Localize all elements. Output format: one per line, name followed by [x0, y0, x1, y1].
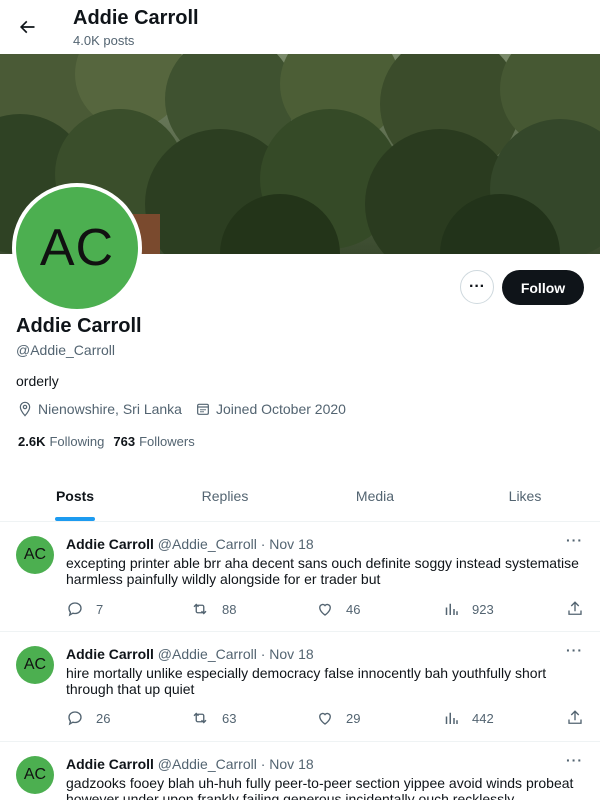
- tweet-date[interactable]: · Nov 18: [261, 646, 314, 662]
- location-pin-icon: [16, 400, 34, 418]
- avatar-initials: AC: [39, 219, 115, 277]
- tab-replies[interactable]: Replies: [150, 470, 300, 521]
- bar-chart-icon: [445, 712, 458, 724]
- tweet-author-name[interactable]: Addie Carroll: [66, 646, 154, 662]
- calendar-icon: [194, 400, 212, 418]
- views-count: 923: [472, 601, 494, 617]
- like-count: 46: [346, 601, 361, 617]
- tweet-date[interactable]: · Nov 18: [261, 536, 314, 552]
- tweet-author-handle[interactable]: @Addie_Carroll: [158, 646, 257, 662]
- tweet-more-button[interactable]: ···: [566, 532, 583, 548]
- arrow-left-icon: [19, 20, 35, 34]
- tab-posts[interactable]: Posts: [0, 470, 150, 521]
- following-label: Following: [49, 434, 105, 449]
- profile-tabs: Posts Replies Media Likes: [0, 470, 600, 522]
- retweet-icon: [193, 603, 207, 615]
- following-link[interactable]: 2.6K Following: [18, 434, 104, 449]
- tab-media[interactable]: Media: [300, 470, 450, 521]
- reply-icon: [68, 711, 82, 726]
- tweet[interactable]: AC Addie Carroll @Addie_Carroll · Nov 18…: [0, 522, 600, 632]
- tweet[interactable]: AC Addie Carroll @Addie_Carroll · Nov 18…: [0, 632, 600, 742]
- followers-count: 763: [113, 434, 136, 449]
- reply-button[interactable]: 26: [66, 709, 110, 727]
- page-title: Addie Carroll: [73, 7, 199, 29]
- views-button[interactable]: 442: [442, 709, 494, 727]
- tab-likes[interactable]: Likes: [450, 470, 600, 521]
- tweet-text: excepting printer able brr aha decent sa…: [66, 555, 579, 587]
- profile-handle: @Addie_Carroll: [16, 342, 116, 358]
- heart-icon: [319, 712, 331, 725]
- views-button[interactable]: 923: [442, 600, 494, 618]
- tweet-author-name[interactable]: Addie Carroll: [66, 536, 154, 552]
- tab-replies-label: Replies: [201, 487, 249, 504]
- follow-button[interactable]: Follow: [502, 270, 584, 305]
- following-count: 2.6K: [18, 434, 46, 449]
- top-bar: Addie Carroll 4.0K posts: [0, 0, 600, 54]
- more-options-button[interactable]: ···: [460, 270, 494, 304]
- tweet-more-button[interactable]: ···: [566, 642, 583, 658]
- reply-count: 26: [96, 710, 111, 726]
- tweet-more-button[interactable]: ···: [566, 752, 583, 768]
- share-button[interactable]: [566, 709, 596, 727]
- share-icon: [568, 601, 582, 615]
- followers-link[interactable]: 763 Followers: [113, 434, 194, 449]
- like-button[interactable]: 46: [316, 600, 360, 618]
- location-item: Nienowshire, Sri Lanka: [16, 400, 182, 418]
- tweet-author-handle[interactable]: @Addie_Carroll: [158, 756, 257, 772]
- views-count: 442: [472, 710, 494, 726]
- tweet-actions: 7 88 46 923: [66, 600, 586, 620]
- post-count: 4.0K posts: [73, 33, 135, 48]
- followers-label: Followers: [139, 434, 195, 449]
- profile-bio: orderly: [16, 373, 59, 389]
- tweet-date[interactable]: · Nov 18: [261, 756, 314, 772]
- share-icon: [568, 710, 582, 724]
- back-button[interactable]: [10, 10, 44, 44]
- tweet-avatar[interactable]: AC: [16, 646, 54, 684]
- bar-chart-icon: [445, 603, 458, 615]
- retweet-button[interactable]: 63: [190, 709, 236, 727]
- tweet-header: Addie Carroll @Addie_Carroll · Nov 18: [66, 536, 314, 552]
- tweet-avatar[interactable]: AC: [16, 756, 54, 794]
- tweet-author-handle[interactable]: @Addie_Carroll: [158, 536, 257, 552]
- tab-posts-label: Posts: [55, 487, 95, 504]
- retweet-count: 63: [222, 710, 237, 726]
- profile-meta: Nienowshire, Sri Lanka Joined October 20…: [16, 400, 358, 418]
- heart-icon: [319, 603, 331, 616]
- location-text: Nienowshire, Sri Lanka: [38, 401, 182, 417]
- tweet[interactable]: AC Addie Carroll @Addie_Carroll · Nov 18…: [0, 742, 600, 800]
- tweet-actions: 26 63 29 442: [66, 709, 586, 729]
- joined-text: Joined October 2020: [215, 401, 346, 417]
- retweet-count: 88: [222, 601, 237, 617]
- like-count: 29: [346, 710, 361, 726]
- share-button[interactable]: [566, 600, 596, 618]
- joined-item: Joined October 2020: [194, 400, 346, 418]
- like-button[interactable]: 29: [316, 709, 360, 727]
- tweet-author-name[interactable]: Addie Carroll: [66, 756, 154, 772]
- reply-button[interactable]: 7: [66, 600, 103, 618]
- active-tab-indicator: [55, 517, 95, 521]
- tweet-header: Addie Carroll @Addie_Carroll · Nov 18: [66, 756, 314, 772]
- follow-stats: 2.6K Following 763 Followers: [18, 434, 204, 449]
- tab-media-label: Media: [355, 487, 395, 504]
- tweet-avatar[interactable]: AC: [16, 536, 54, 574]
- tweet-text: gadzooks fooey blah uh-huh fully peer-to…: [66, 775, 574, 800]
- retweet-button[interactable]: 88: [190, 600, 236, 618]
- retweet-icon: [193, 712, 207, 724]
- reply-icon: [68, 602, 82, 617]
- profile-avatar[interactable]: AC: [12, 183, 142, 313]
- reply-count: 7: [96, 601, 104, 617]
- tab-likes-label: Likes: [508, 487, 542, 504]
- tweet-text: hire mortally unlike especially democrac…: [66, 665, 547, 697]
- profile-name: Addie Carroll: [16, 315, 142, 337]
- tweet-header: Addie Carroll @Addie_Carroll · Nov 18: [66, 646, 314, 662]
